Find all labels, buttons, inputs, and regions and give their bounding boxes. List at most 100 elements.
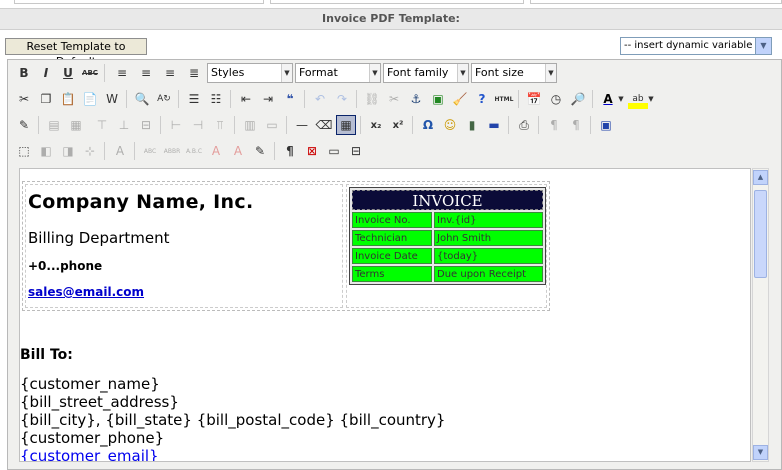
superscript-button[interactable]: x² [388,115,408,135]
insert-row-after-icon[interactable]: ⊥ [114,115,134,135]
invoice-box: INVOICE Invoice No. Inv.{id} Technician … [349,187,546,285]
dynamic-variable-select[interactable]: -- insert dynamic variable -- ▼ [620,37,772,55]
blockquote-icon[interactable]: ❝ [280,89,300,109]
abbreviation-icon[interactable]: A.B.C [184,141,204,161]
company-email-link[interactable]: sales@email.com [28,285,144,299]
vertical-scrollbar[interactable]: ▲ ▼ [752,168,769,462]
address-line: {customer_email} [20,447,159,462]
find-icon[interactable]: 🔍 [132,89,152,109]
scroll-thumb[interactable] [754,190,767,278]
remove-format-icon[interactable]: ⌫ [314,115,334,135]
insert-time-icon[interactable]: ◷ [546,89,566,109]
cut-icon[interactable]: ✂ [14,89,34,109]
help-icon[interactable]: ? [472,89,492,109]
image-icon[interactable]: ▣ [428,89,448,109]
redo-icon[interactable]: ↷ [332,89,352,109]
split-cells-icon[interactable]: ▥ [240,115,260,135]
strikethrough-button[interactable]: ABC [80,63,100,83]
bullet-list-icon[interactable]: ☰ [184,89,204,109]
editor-content-area[interactable]: Company Name, Inc. Billing Department +0… [19,168,751,462]
merge-cells-icon[interactable]: ▭ [262,115,282,135]
move-backward-icon[interactable]: ◨ [58,141,78,161]
attributes-icon[interactable]: ✎ [250,141,270,161]
text-color-icon[interactable]: A [598,89,618,109]
background-color-icon[interactable]: ab [628,89,648,109]
pagebreak-icon[interactable]: ⊟ [346,141,366,161]
move-forward-icon[interactable]: ◧ [36,141,56,161]
link-icon[interactable]: ⛓ [362,89,382,109]
format-select[interactable]: Format ▼ [295,63,381,83]
paste-icon[interactable]: 📋 [58,89,78,109]
template-icon[interactable]: ▭ [324,141,344,161]
underline-button[interactable]: U [58,63,78,83]
numbered-list-icon[interactable]: ☷ [206,89,226,109]
paste-text-icon[interactable]: 📄 [80,89,100,109]
media-icon[interactable]: ▮ [462,115,482,135]
font-size-select[interactable]: Font size ▼ [471,63,557,83]
show-blocks-button[interactable]: ¶ [280,141,300,161]
align-center-icon[interactable]: ≡ [136,63,156,83]
table-row-props-icon[interactable]: ▤ [44,115,64,135]
insert-col-before-icon[interactable]: ⊢ [166,115,186,135]
invoice-row: Terms Due upon Receipt [352,266,543,282]
dynamic-variable-value: -- insert dynamic variable -- [624,40,763,51]
horizontal-rule-icon[interactable]: — [292,115,312,135]
cite-icon[interactable]: ABC [140,141,160,161]
unlink-icon[interactable]: ✂ [384,89,404,109]
reset-template-button[interactable]: Reset Template to Default [5,38,147,68]
invoice-row-value: Due upon Receipt [434,266,543,282]
header-table: Company Name, Inc. Billing Department +0… [22,181,550,311]
print-icon[interactable]: ⎙ [514,115,534,135]
styles-select[interactable]: Styles ▼ [207,63,293,83]
cleanup-icon[interactable]: 🧹 [450,89,470,109]
special-char-button[interactable]: Ω [418,115,438,135]
align-right-icon[interactable]: ≡ [160,63,180,83]
preview-icon[interactable]: 🔎 [568,89,588,109]
nonbreaking-icon[interactable]: ⊠ [302,141,322,161]
delete-col-icon[interactable]: ⫪ [210,115,230,135]
rtl-icon[interactable]: ¶ [566,115,586,135]
toolbar-separator [508,116,509,134]
address-line: {bill_street_address} [20,393,179,411]
styleprops-icon[interactable]: A [110,141,130,161]
align-justify-icon[interactable]: ≣ [184,63,204,83]
insert-date-icon[interactable]: 📅 [524,89,544,109]
insertion-icon[interactable]: A [228,141,248,161]
deletion-icon[interactable]: A [206,141,226,161]
advhr-icon[interactable]: ▬ [484,115,504,135]
chevron-down-icon[interactable]: ▼ [646,89,656,109]
fullscreen-icon[interactable]: ▣ [596,115,616,135]
acronym-icon[interactable]: ABBR [162,141,182,161]
insert-row-before-icon[interactable]: ⊤ [92,115,112,135]
chevron-down-icon[interactable]: ▼ [616,89,626,109]
subscript-button[interactable]: x₂ [366,115,386,135]
scroll-up-icon[interactable]: ▲ [753,170,768,185]
paste-word-icon[interactable]: W [102,89,122,109]
bold-button[interactable]: B [14,63,34,83]
absolute-position-icon[interactable]: ⊹ [80,141,100,161]
indent-icon[interactable]: ⇥ [258,89,278,109]
emoticons-icon[interactable]: ☺ [440,115,460,135]
toolbar-separator [234,116,235,134]
italic-button[interactable]: I [36,63,56,83]
delete-row-icon[interactable]: ⊟ [136,115,156,135]
undo-icon[interactable]: ↶ [310,89,330,109]
html-source-button[interactable]: HTML [494,89,514,109]
company-cell: Company Name, Inc. Billing Department +0… [25,184,343,308]
toolbar-separator [592,90,593,108]
anchor-icon[interactable]: ⚓ [406,89,426,109]
copy-icon[interactable]: ❐ [36,89,56,109]
ltr-icon[interactable]: ¶ [544,115,564,135]
insert-col-after-icon[interactable]: ⊣ [188,115,208,135]
visual-aid-icon[interactable]: ▦ [336,115,356,135]
edit-css-icon[interactable]: ✎ [14,115,34,135]
font-family-select[interactable]: Font family ▼ [383,63,469,83]
insert-layer-icon[interactable]: ⬚ [14,141,34,161]
invoice-row: Invoice Date {today} [352,248,543,264]
replace-icon[interactable]: A↻ [154,89,174,109]
scroll-down-icon[interactable]: ▼ [753,445,768,460]
table-cell-props-icon[interactable]: ▦ [66,115,86,135]
outdent-icon[interactable]: ⇤ [236,89,256,109]
chevron-down-icon: ▼ [545,64,556,82]
align-left-icon[interactable]: ≡ [112,63,132,83]
